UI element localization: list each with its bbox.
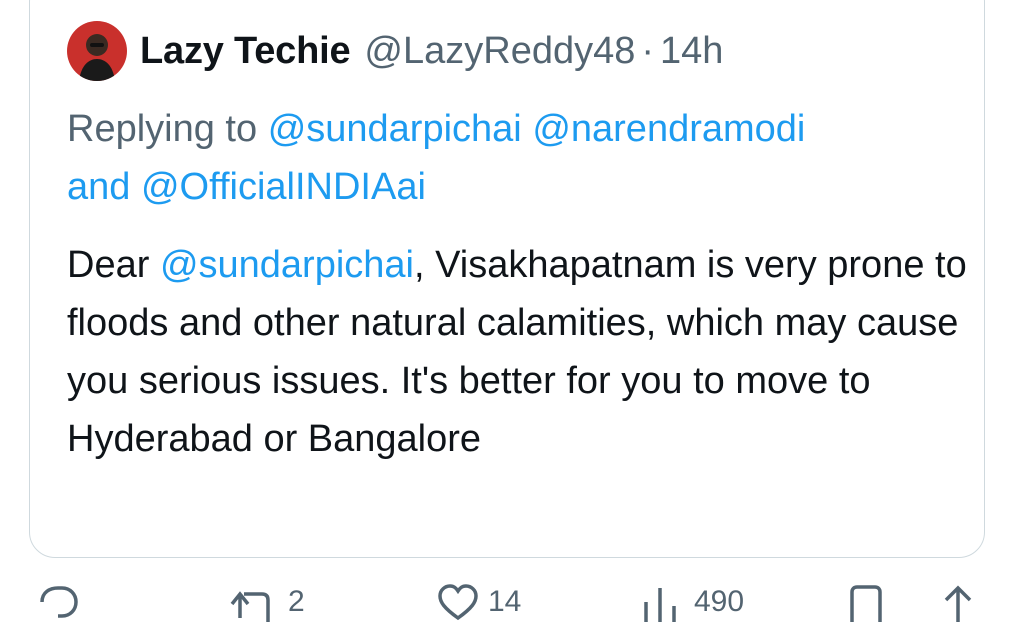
views-count: 490 bbox=[694, 585, 745, 618]
reply-button[interactable] bbox=[32, 582, 80, 622]
like-count: 14 bbox=[488, 585, 522, 618]
bookmark-icon bbox=[846, 582, 886, 622]
reply-mention-officialindiaai[interactable]: @OfficialINDIAai bbox=[141, 166, 426, 208]
reply-mention-sundarpichai[interactable]: @sundarpichai bbox=[268, 108, 522, 150]
separator-dot: · bbox=[641, 29, 655, 72]
share-icon bbox=[940, 582, 976, 622]
tweet-actions-bar: 2 14 490 bbox=[0, 582, 1014, 622]
bookmark-button[interactable] bbox=[846, 582, 886, 622]
like-button[interactable]: 14 bbox=[436, 582, 521, 622]
reply-icon bbox=[32, 582, 80, 622]
timestamp[interactable]: 14h bbox=[660, 30, 723, 73]
tweet-header: Lazy Techie @LazyReddy48 · 14h bbox=[67, 20, 723, 82]
author-handle[interactable]: @LazyReddy48 bbox=[364, 30, 635, 73]
views-icon bbox=[640, 582, 686, 622]
tweet-body: Dear @sundarpichai, Visakhapatnam is ver… bbox=[67, 236, 967, 468]
retweet-count: 2 bbox=[288, 585, 305, 618]
retweet-icon bbox=[228, 582, 280, 622]
share-button[interactable] bbox=[940, 582, 976, 622]
author-name[interactable]: Lazy Techie bbox=[140, 30, 351, 73]
reply-and[interactable]: and bbox=[67, 166, 130, 208]
body-greeting: Dear bbox=[67, 244, 150, 286]
views-button[interactable]: 490 bbox=[640, 582, 744, 622]
retweet-button[interactable]: 2 bbox=[228, 582, 305, 622]
replying-prefix: Replying to bbox=[67, 108, 258, 150]
avatar[interactable] bbox=[67, 21, 127, 81]
reply-mention-narendramodi[interactable]: @narendramodi bbox=[532, 108, 805, 150]
replying-to-line: Replying to @sundarpichai @narendramodi … bbox=[67, 100, 967, 216]
heart-icon bbox=[436, 582, 480, 622]
body-mention[interactable]: @sundarpichai bbox=[160, 244, 414, 286]
